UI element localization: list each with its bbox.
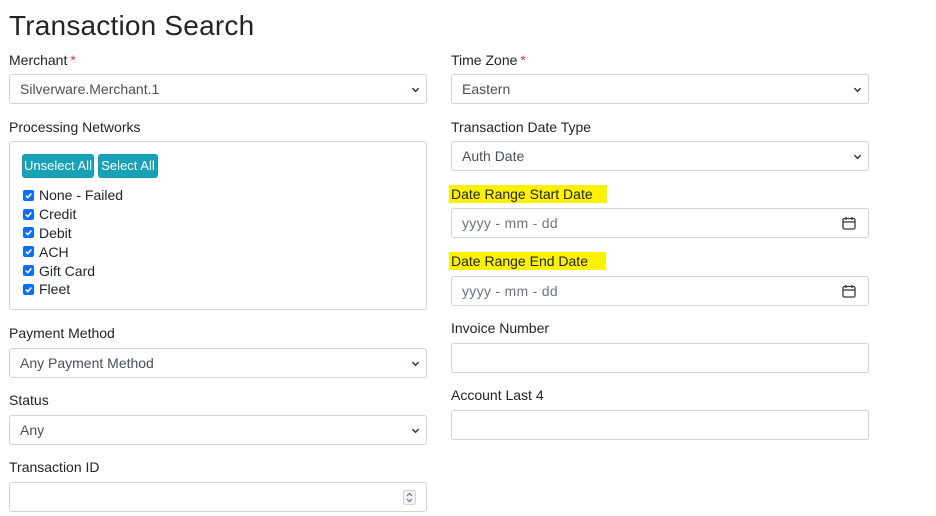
unselect-all-button[interactable]: Unselect All [22,154,94,178]
transaction-date-type-value: Auth Date [462,148,525,164]
highlighted-label: Date Range End Date [449,252,606,270]
calendar-icon[interactable] [842,284,856,298]
network-item-label: None - Failed [39,187,124,204]
required-mark: * [70,52,76,68]
time-zone-select-value: Eastern [462,81,511,97]
invoice-number-input[interactable] [451,343,869,373]
payment-method-label: Payment Method [9,325,115,341]
merchant-label-text: Merchant [9,52,68,68]
status-label: Status [9,392,49,408]
select-all-button[interactable]: Select All [98,154,158,178]
network-item-ach[interactable]: ACH [23,242,123,261]
transaction-id-input[interactable] [9,482,427,512]
transaction-id-label: Transaction ID [9,459,100,475]
network-item-none-failed[interactable]: None - Failed [23,186,123,205]
status-select-value: Any [20,422,45,438]
payment-method-select-value: Any Payment Method [20,355,154,371]
network-item-debit[interactable]: Debit [23,224,123,243]
merchant-select[interactable]: Silverware.Merchant.1 [9,74,427,104]
processing-networks-panel: Unselect All Select All None - Failed Cr… [9,141,427,310]
checkmark-icon [25,268,32,274]
time-zone-label-text: Time Zone [451,52,518,68]
checkbox[interactable] [23,227,34,239]
network-item-fleet[interactable]: Fleet [23,280,123,299]
transaction-date-type-select[interactable]: Auth Date [451,141,869,171]
network-item-label: ACH [39,243,69,260]
page-title: Transaction Search [9,10,255,41]
required-mark: * [520,52,526,68]
network-item-credit[interactable]: Credit [23,205,123,224]
date-range-end-placeholder: yyyy - mm - dd [462,283,558,299]
merchant-select-value: Silverware.Merchant.1 [20,81,160,97]
time-zone-label: Time Zone * [451,52,526,68]
date-range-start-input[interactable]: yyyy - mm - dd [451,208,869,238]
chevron-down-icon [853,154,862,160]
network-checkbox-list: None - Failed Credit Debit ACH Gift Card… [23,186,123,299]
checkbox[interactable] [23,189,34,201]
network-item-label: Gift Card [39,262,96,279]
checkbox[interactable] [23,265,34,277]
calendar-icon[interactable] [842,216,856,230]
date-range-start-label: Date Range Start Date [449,185,607,203]
checkbox[interactable] [23,208,34,220]
checkbox[interactable] [23,246,34,258]
checkmark-icon [25,249,32,256]
chevron-down-icon [411,361,420,367]
time-zone-select[interactable]: Eastern [451,74,869,104]
date-range-end-input[interactable]: yyyy - mm - dd [451,276,869,306]
chevron-down-icon [411,87,420,93]
invoice-number-label: Invoice Number [451,320,550,336]
chevron-down-icon [411,428,420,434]
checkmark-icon [25,230,32,237]
network-item-label: Debit [39,224,72,241]
status-select[interactable]: Any [9,415,427,445]
network-item-label: Fleet [39,281,71,298]
checkmark-icon [25,192,32,199]
account-last4-label: Account Last 4 [451,387,544,403]
processing-networks-label: Processing Networks [9,119,141,135]
checkmark-icon [25,286,32,293]
merchant-label: Merchant * [9,52,76,68]
highlighted-label: Date Range Start Date [449,185,607,203]
checkmark-icon [25,211,32,218]
date-range-start-placeholder: yyyy - mm - dd [462,215,558,231]
checkbox[interactable] [23,283,34,295]
payment-method-select[interactable]: Any Payment Method [9,348,427,378]
chevron-down-icon [853,87,862,93]
spinner-arrows-icon[interactable] [403,490,416,505]
network-item-gift-card[interactable]: Gift Card [23,261,123,280]
transaction-date-type-label: Transaction Date Type [451,119,592,135]
network-item-label: Credit [39,206,77,223]
date-range-end-label: Date Range End Date [449,252,606,270]
account-last4-input[interactable] [451,410,869,440]
